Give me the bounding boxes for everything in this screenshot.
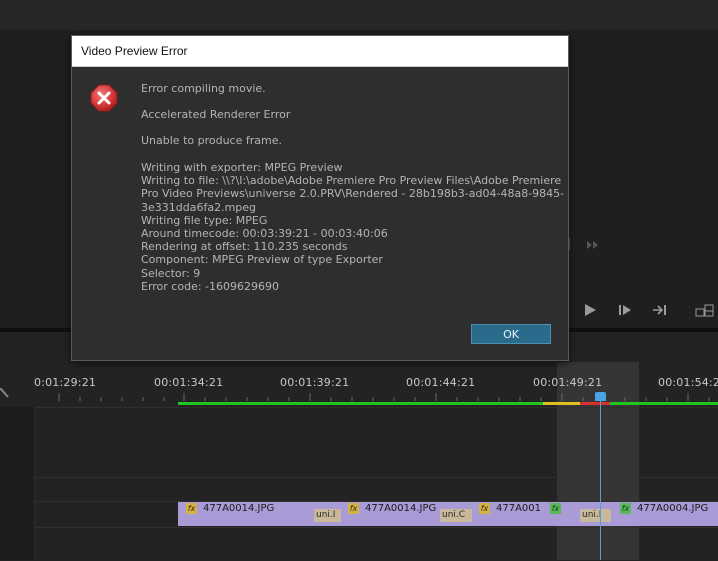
ruler-timecode: 00:01:49:21	[533, 376, 603, 389]
ruler-timecode: 00:01:54:21	[658, 376, 718, 389]
ruler-timecode: 00:01:39:21	[280, 376, 350, 389]
transition-clip[interactable]: uni.I	[580, 509, 611, 522]
error-message: Unable to produce frame.	[141, 134, 282, 147]
detail-line: 3e331dda6fa2.mpeg	[141, 200, 257, 214]
detail-line: Error code: -1609629690	[141, 279, 279, 293]
panel-header	[0, 0, 718, 31]
error-details: Writing with exporter: MPEG Preview Writ…	[141, 161, 565, 293]
render-bar-rendered	[178, 402, 543, 405]
detail-line: Pro Video Previews\universe 2.0.PRV\Rend…	[141, 187, 565, 201]
clip-label: 477A0014.JPG	[203, 503, 275, 514]
detail-line: Selector: 9	[141, 266, 201, 280]
error-icon	[90, 84, 118, 117]
error-heading: Error compiling movie.	[141, 82, 266, 95]
render-bar-needs-render	[580, 402, 610, 405]
fx-badge-icon: fx	[620, 502, 631, 514]
fx-badge-icon: fx	[479, 502, 490, 514]
monitor-tick-marks	[567, 238, 607, 252]
detail-line: Rendering at offset: 110.235 seconds	[141, 240, 348, 254]
video-track	[0, 527, 718, 561]
dialog-titlebar[interactable]: Video Preview Error	[72, 36, 568, 67]
detail-line: Writing to file: \\?\I:\adobe\Adobe Prem…	[141, 174, 562, 188]
timeline-clip[interactable]: fx 477A0004.JPG	[612, 502, 718, 526]
dialog-title: Video Preview Error	[81, 44, 188, 58]
track-header-column	[0, 407, 35, 560]
render-bar-rendered	[610, 402, 718, 405]
insert-icon[interactable]	[695, 302, 717, 318]
go-to-out-icon[interactable]	[652, 303, 668, 317]
clip-label: 477A0004.JPG	[637, 503, 709, 514]
timeline-clip[interactable]: fx 477A001	[471, 502, 541, 526]
playhead-line[interactable]	[600, 393, 601, 560]
detail-line: Writing file type: MPEG	[141, 213, 268, 227]
detail-line: Component: MPEG Preview of type Exporter	[141, 253, 383, 267]
timeline-clip[interactable]: fx 477A0014.JPG	[178, 502, 328, 526]
detail-line: Around timecode: 00:03:39:21 - 00:03:40:…	[141, 227, 388, 241]
video-track	[0, 407, 718, 478]
transition-clip[interactable]: uni.C	[440, 509, 472, 522]
fx-badge-icon: fx	[550, 502, 561, 514]
timeline-clip[interactable]: fx 477A0014.JPG	[340, 502, 455, 526]
ruler-timecode: 0:01:29:21	[34, 376, 97, 389]
ok-button[interactable]: OK	[471, 324, 551, 344]
clip-label: 477A0014.JPG	[365, 503, 437, 514]
fx-badge-icon: fx	[186, 502, 197, 514]
render-bar-unrendered	[543, 402, 580, 405]
video-track	[0, 477, 718, 502]
clip-label: 477A001	[496, 503, 541, 514]
ruler-timecode: 00:01:44:21	[406, 376, 476, 389]
ruler-timecode: 00:01:34:21	[154, 376, 224, 389]
video-preview-error-dialog: Video Preview Error Error compiling movi…	[71, 35, 569, 361]
play-button-icon[interactable]	[583, 303, 597, 317]
transition-clip[interactable]: uni.I	[314, 509, 341, 522]
error-subheading: Accelerated Renderer Error	[141, 108, 291, 121]
detail-line: Writing with exporter: MPEG Preview	[141, 161, 343, 174]
step-forward-icon[interactable]	[618, 303, 632, 317]
fx-badge-icon: fx	[348, 502, 359, 514]
